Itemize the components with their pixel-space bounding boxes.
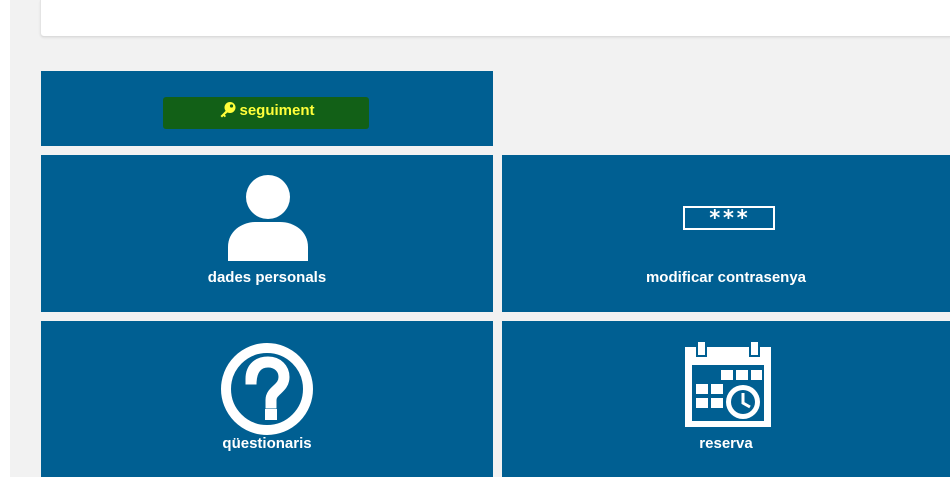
tile-seguiment[interactable]: seguiment: [41, 71, 493, 146]
left-margin: [0, 0, 10, 477]
tile-modificar-contrasenya-label: modificar contrasenya: [645, 269, 807, 286]
tile-modificar-contrasenya[interactable]: *** modificar contrasenya: [502, 155, 950, 312]
calendar-clock-icon: [685, 341, 771, 427]
tile-questionaris-label: qüestionaris: [222, 435, 312, 452]
tile-reserva-label: reserva: [699, 435, 753, 452]
tile-dades-personals[interactable]: dades personals: [41, 155, 493, 312]
user-icon: [228, 175, 308, 261]
top-panel: [40, 0, 950, 37]
seguiment-content: seguiment: [41, 101, 493, 119]
question-circle-icon: [221, 343, 313, 435]
key-icon: [220, 102, 236, 118]
tile-seguiment-label: seguiment: [239, 102, 315, 119]
tile-questionaris[interactable]: qüestionaris: [41, 321, 493, 477]
tile-dades-personals-label: dades personals: [207, 269, 327, 286]
password-icon: ***: [683, 206, 775, 230]
tile-reserva[interactable]: reserva: [502, 321, 950, 477]
